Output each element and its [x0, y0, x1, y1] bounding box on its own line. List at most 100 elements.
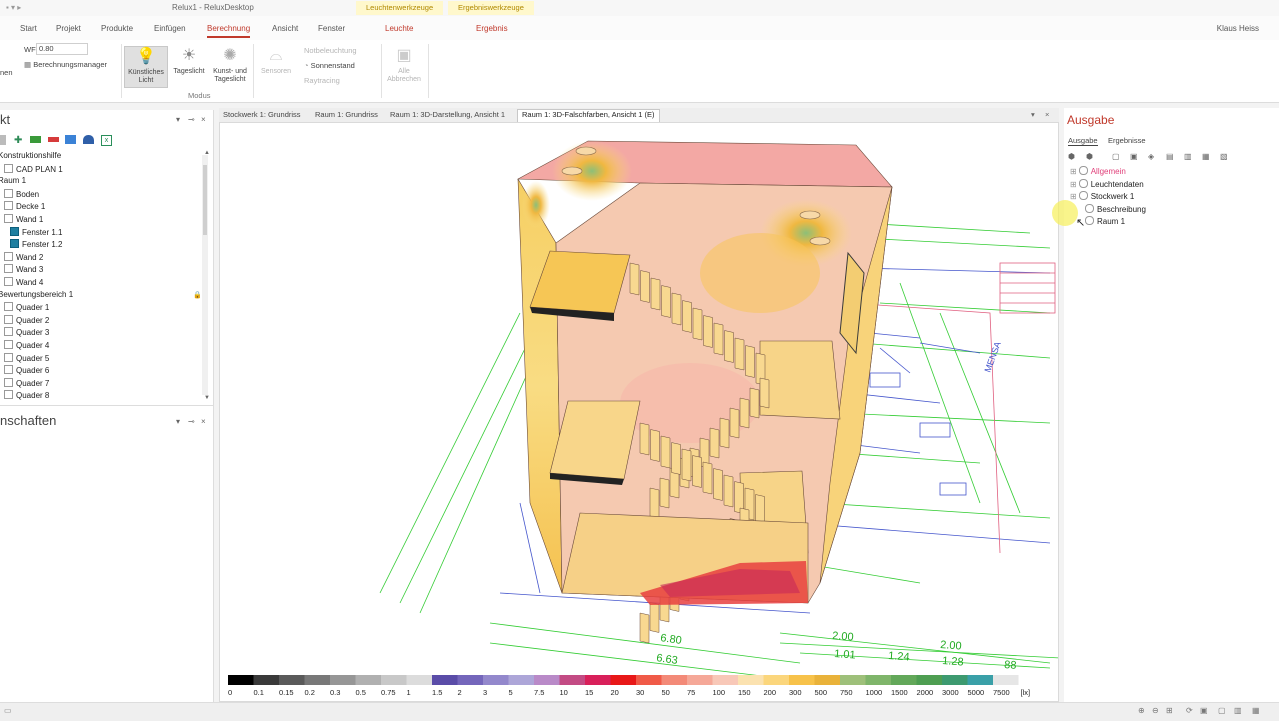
- tree-item[interactable]: Quader 6: [4, 365, 49, 375]
- expand-icon[interactable]: ⊞: [1070, 167, 1077, 176]
- tree-item[interactable]: Bewertungsbereich 1: [0, 290, 73, 299]
- artificial-light-button[interactable]: 💡 Künstliches Licht: [124, 46, 168, 88]
- output-tool-icon[interactable]: ▦: [1202, 152, 1210, 161]
- doc-tab-raum-falschfarben[interactable]: Raum 1: 3D-Falschfarben, Ansicht 1 (E): [517, 109, 660, 122]
- tree-item[interactable]: Quader 2: [4, 314, 49, 325]
- artificial-and-daylight-button[interactable]: ✺ Kunst- und Tageslicht: [208, 46, 252, 88]
- output-tool-icon[interactable]: ▣: [1130, 152, 1138, 161]
- panel-dropdown-icon[interactable]: ▾: [176, 115, 180, 124]
- tree-item[interactable]: Konstruktionshilfe: [0, 151, 61, 160]
- tree-scrollbar-thumb[interactable]: [203, 165, 207, 235]
- luminaire-icon[interactable]: [83, 135, 94, 144]
- tree-item[interactable]: Quader 7: [4, 377, 49, 388]
- sensors-button[interactable]: ⌓ Sensoren: [254, 46, 298, 88]
- tab-produkte[interactable]: Produkte: [101, 24, 133, 33]
- output-tree-item[interactable]: ⊞ Leuchtendaten: [1070, 178, 1144, 189]
- red-object-icon[interactable]: [48, 137, 59, 142]
- tree-item[interactable]: Raum 1: [0, 176, 26, 185]
- add-icon[interactable]: ✚: [14, 135, 22, 146]
- view-mode-icon[interactable]: ▥: [1234, 706, 1242, 715]
- tree-item[interactable]: Quader 4: [4, 340, 49, 350]
- tree-item[interactable]: Boden: [4, 188, 39, 199]
- tab-ergebnisse[interactable]: Ergebnisse: [1108, 136, 1146, 145]
- view-mode-icon[interactable]: ▦: [1252, 706, 1260, 715]
- output-tool-icon[interactable]: ⬢: [1086, 152, 1093, 161]
- abort-all-button[interactable]: ▣ Alle Abbrechen: [382, 46, 426, 88]
- user-name[interactable]: Klaus Heiss: [1217, 24, 1259, 33]
- output-tree-item[interactable]: Beschreibung: [1083, 203, 1146, 214]
- doc-tabs-dropdown-icon[interactable]: ▾: [1031, 110, 1035, 119]
- toolbar-icon-1[interactable]: [0, 135, 6, 145]
- luminaire[interactable]: [575, 146, 597, 156]
- output-tool-icon[interactable]: ⬢: [1068, 152, 1075, 161]
- zoom-fit-icon[interactable]: ⊞: [1166, 706, 1173, 715]
- output-tool-icon[interactable]: ▢: [1112, 152, 1120, 161]
- export-icon[interactable]: x: [101, 135, 112, 146]
- emergency-lighting-button[interactable]: Notbeleuchtung: [304, 46, 357, 55]
- 3d-viewport[interactable]: MENSA 6.80 6.63 2.00 1.01 1.24 2.00 1.28…: [219, 122, 1061, 702]
- luminaire[interactable]: [799, 210, 821, 220]
- zoom-out-icon[interactable]: ⊖: [1152, 706, 1159, 715]
- tab-projekt[interactable]: Projekt: [56, 24, 81, 33]
- tree-item[interactable]: Fenster 1.2: [10, 239, 62, 249]
- tree-item[interactable]: CAD PLAN 1: [4, 163, 63, 174]
- expand-icon[interactable]: ⊞: [1070, 192, 1077, 201]
- tab-start[interactable]: Start: [20, 24, 37, 33]
- tree-item[interactable]: Wand 3: [4, 264, 43, 274]
- doc-tab-raum-grundriss[interactable]: Raum 1: Grundriss: [315, 110, 378, 119]
- daylight-button[interactable]: ☀ Tageslicht: [167, 46, 211, 88]
- false-color-3d-view[interactable]: MENSA 6.80 6.63 2.00 1.01 1.24 2.00 1.28…: [220, 123, 1061, 701]
- output-tree-item[interactable]: Raum 1: [1083, 216, 1125, 226]
- output-tool-icon[interactable]: ▥: [1184, 152, 1192, 161]
- zoom-in-icon[interactable]: ⊕: [1138, 706, 1145, 715]
- green-object-icon[interactable]: [30, 136, 41, 143]
- tab-fenster[interactable]: Fenster: [318, 24, 345, 33]
- tab-berechnung[interactable]: Berechnung: [207, 24, 251, 38]
- properties-pin-icon[interactable]: ⊸: [188, 417, 195, 426]
- properties-close-icon[interactable]: ×: [201, 417, 206, 426]
- output-tool-icon[interactable]: ▧: [1220, 152, 1228, 161]
- view-mode-icon[interactable]: ▢: [1218, 706, 1226, 715]
- tab-ergebnis[interactable]: Ergebnis: [476, 24, 508, 33]
- quick-access-icons[interactable]: ▪ ▾ ▸: [6, 3, 21, 12]
- view-mode-icon[interactable]: ▣: [1200, 706, 1208, 715]
- stairwell-model[interactable]: [516, 140, 893, 644]
- tree-item[interactable]: Wand 2: [4, 251, 43, 262]
- blue-object-icon[interactable]: [65, 135, 76, 144]
- doc-tab-close-icon[interactable]: ×: [1045, 110, 1049, 119]
- tab-einfuegen[interactable]: Einfügen: [154, 24, 186, 33]
- doc-tab-stockwerk-grundriss[interactable]: Stockwerk 1: Grundriss: [223, 110, 301, 119]
- expand-icon[interactable]: ⊞: [1070, 180, 1077, 189]
- tree-item[interactable]: Quader 8: [4, 390, 49, 400]
- tree-item[interactable]: Quader 1: [4, 302, 49, 312]
- tree-item[interactable]: Fenster 1.1: [10, 226, 62, 237]
- scroll-down-icon[interactable]: ▼: [204, 395, 210, 401]
- tree-item[interactable]: Quader 3: [4, 327, 49, 337]
- tree-item[interactable]: Wand 1: [4, 214, 43, 224]
- panel-close-icon[interactable]: ×: [201, 115, 206, 124]
- raytracing-button[interactable]: Raytracing: [304, 76, 340, 85]
- tab-leuchte[interactable]: Leuchte: [385, 24, 413, 33]
- landing[interactable]: [759, 340, 841, 420]
- output-tool-icon[interactable]: ▤: [1166, 152, 1174, 161]
- tree-item[interactable]: Decke 1: [4, 201, 45, 211]
- luminaire[interactable]: [809, 236, 831, 246]
- sun-position-button[interactable]: ◔ Sonnenstand: [304, 61, 355, 70]
- panel-pin-icon[interactable]: ⊸: [188, 115, 195, 124]
- ribbon-partial-button[interactable]: nen: [0, 68, 13, 77]
- tree-item[interactable]: Quader 5: [4, 352, 49, 363]
- luminaire[interactable]: [561, 166, 583, 176]
- tree-item[interactable]: Wand 4: [4, 277, 43, 287]
- output-tool-icon[interactable]: ◈: [1148, 152, 1154, 161]
- output-tree-item[interactable]: ⊞ Stockwerk 1: [1070, 191, 1134, 201]
- tab-ausgabe[interactable]: Ausgabe: [1068, 136, 1098, 146]
- rotate-icon[interactable]: ⟳: [1186, 706, 1193, 715]
- properties-dropdown-icon[interactable]: ▾: [176, 417, 180, 426]
- output-tree-item[interactable]: ⊞ Allgemein: [1070, 166, 1126, 176]
- calc-manager-button[interactable]: ▦ Berechnungsmanager: [24, 60, 107, 69]
- wf-input[interactable]: 0.80: [36, 43, 88, 55]
- tab-ansicht[interactable]: Ansicht: [272, 24, 298, 33]
- tree-scrollbar[interactable]: [202, 155, 208, 395]
- scroll-up-icon[interactable]: ▲: [204, 150, 210, 156]
- doc-tab-raum-3d[interactable]: Raum 1: 3D-Darstellung, Ansicht 1: [390, 110, 505, 119]
